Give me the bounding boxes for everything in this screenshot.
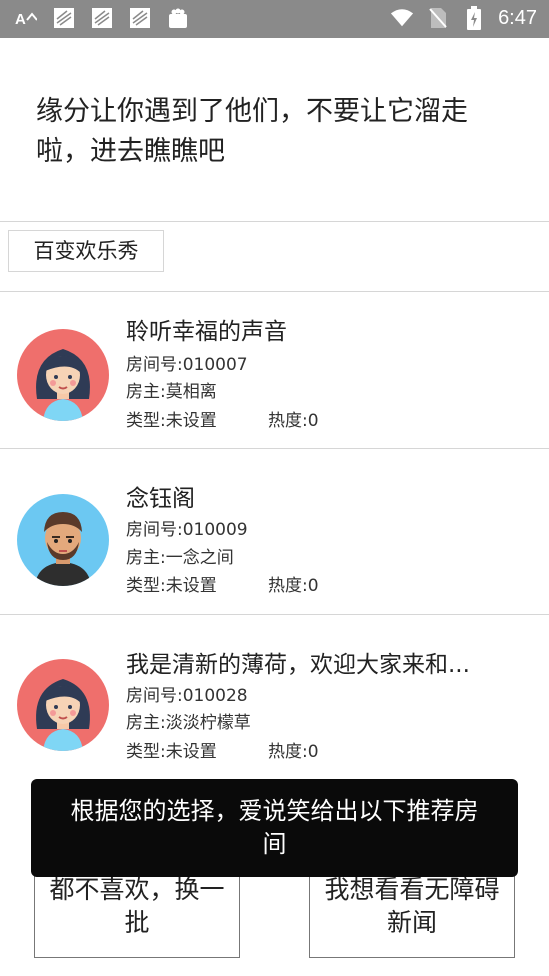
status-bar: A 6:47 bbox=[0, 0, 549, 38]
room-heat: 热度:0 bbox=[268, 742, 319, 762]
room-number: 房间号:010007 bbox=[126, 355, 248, 375]
room-title: 聆听幸福的声音 bbox=[126, 319, 287, 345]
female-avatar-icon bbox=[17, 329, 109, 421]
room-list-item[interactable]: 聆听幸福的声音 房间号:010007 房主:莫相离 类型:未设置 热度:0 bbox=[0, 292, 549, 448]
clock: 6:47 bbox=[498, 6, 537, 29]
room-owner: 房主:莫相离 bbox=[126, 382, 217, 402]
male-avatar-icon bbox=[17, 494, 109, 586]
room-number: 房间号:010009 bbox=[126, 520, 248, 540]
notification-image-icon bbox=[128, 6, 152, 30]
toast-message: 根据您的选择，爱说笑给出以下推荐房间 bbox=[31, 779, 518, 877]
page-headline: 缘分让你遇到了他们，不要让它溜走啦，进去瞧瞧吧 bbox=[36, 96, 468, 167]
room-heat: 热度:0 bbox=[268, 411, 319, 431]
svg-text:A: A bbox=[15, 11, 26, 26]
change-batch-button[interactable]: 都不喜欢，换一批 bbox=[34, 872, 240, 958]
room-owner: 房主:一念之间 bbox=[126, 548, 234, 568]
bag-icon bbox=[166, 6, 190, 30]
room-type: 类型:未设置 bbox=[126, 742, 217, 762]
battery-charging-icon bbox=[462, 6, 486, 30]
room-list-item[interactable]: 念钰阁 房间号:010009 房主:一念之间 类型:未设置 热度:0 bbox=[0, 449, 549, 605]
category-tag[interactable]: 百变欢乐秀 bbox=[8, 230, 164, 272]
keyboard-icon: A bbox=[14, 6, 38, 30]
no-sim-icon bbox=[426, 6, 450, 30]
room-title: 念钰阁 bbox=[126, 486, 195, 512]
divider bbox=[0, 221, 549, 222]
notification-image-icon bbox=[52, 6, 76, 30]
room-number: 房间号:010028 bbox=[126, 686, 248, 706]
room-heat: 热度:0 bbox=[268, 576, 319, 596]
female-avatar-icon bbox=[17, 659, 109, 751]
room-list-item[interactable]: 我是清新的薄荷，欢迎大家来和... 房间号:010028 房主:淡淡柠檬草 类型… bbox=[0, 615, 549, 771]
status-bar-left-icons: A bbox=[14, 6, 190, 30]
status-bar-right-icons: 6:47 bbox=[390, 6, 537, 30]
room-title: 我是清新的薄荷，欢迎大家来和... bbox=[126, 652, 470, 678]
accessible-news-button[interactable]: 我想看看无障碍新闻 bbox=[309, 872, 515, 958]
room-type: 类型:未设置 bbox=[126, 411, 217, 431]
wifi-icon bbox=[390, 6, 414, 30]
room-owner: 房主:淡淡柠檬草 bbox=[126, 713, 251, 733]
notification-image-icon bbox=[90, 6, 114, 30]
room-type: 类型:未设置 bbox=[126, 576, 217, 596]
